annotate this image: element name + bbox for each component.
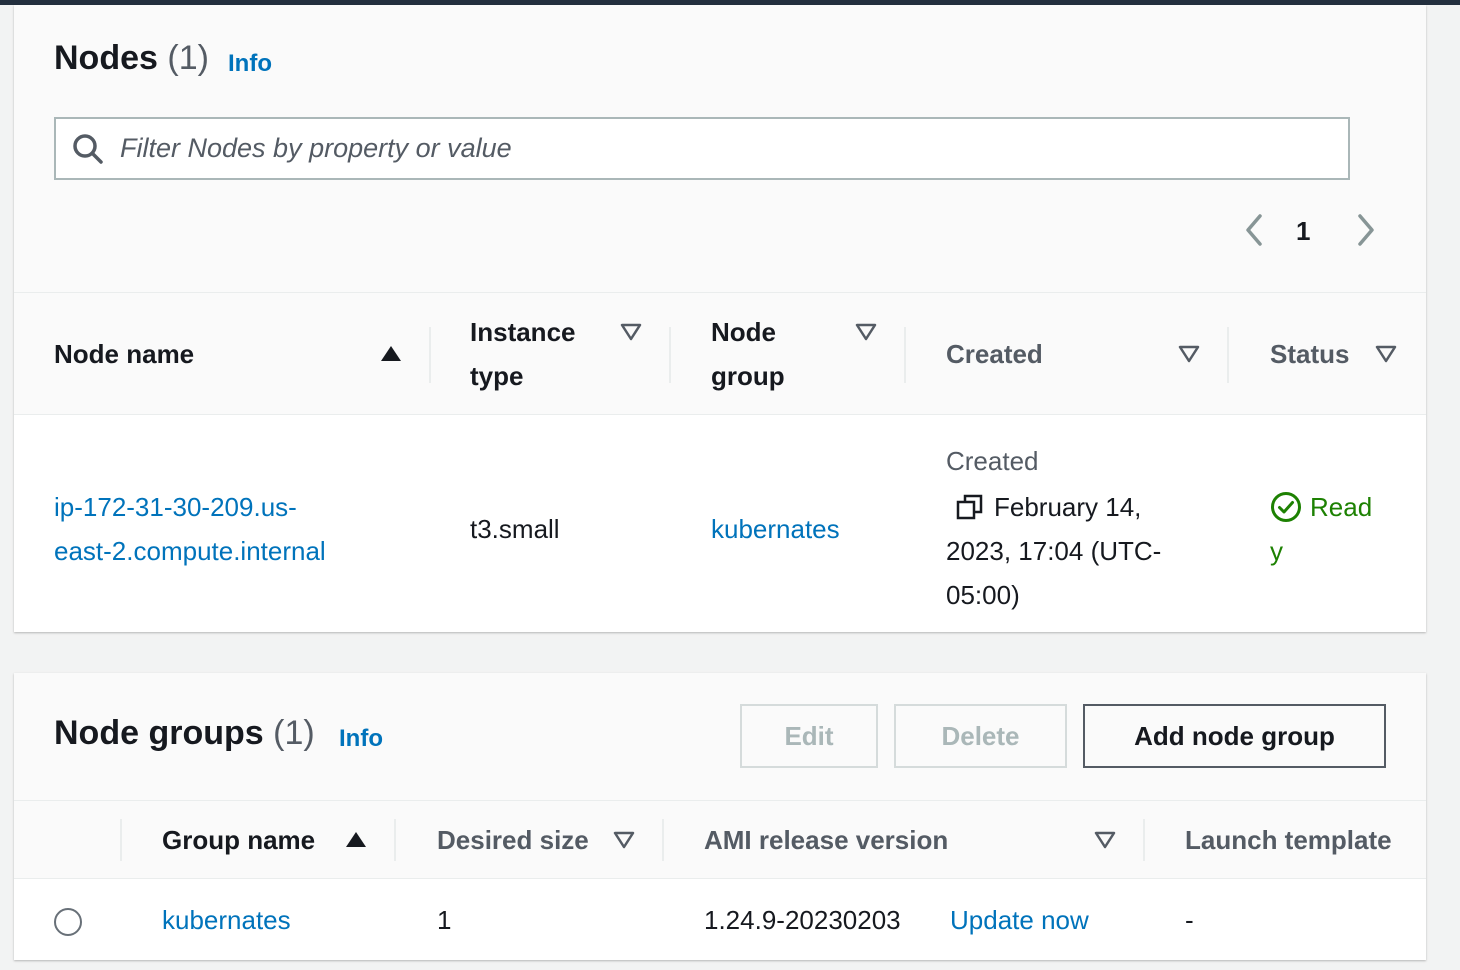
- column-separator: [669, 327, 671, 383]
- node-name-line2: east-2.compute.internal: [54, 536, 326, 566]
- column-header-node-group[interactable]: Node group: [711, 310, 785, 398]
- node-name-line1: ip-172-31-30-209.us-: [54, 492, 297, 522]
- column-separator: [662, 819, 664, 861]
- column-separator: [904, 327, 906, 383]
- column-header-instance-type[interactable]: Instance type: [470, 310, 576, 398]
- column-separator: [1143, 819, 1145, 861]
- column-header-instance-type-line2: type: [470, 361, 524, 391]
- sort-icon[interactable]: [620, 323, 642, 341]
- chevron-left-icon[interactable]: [1240, 210, 1270, 250]
- column-header-launch-template[interactable]: Launch template: [1185, 818, 1392, 862]
- node-group-link[interactable]: kubernates: [711, 507, 840, 551]
- table-row: ip-172-31-30-209.us- east-2.compute.inte…: [14, 415, 1426, 632]
- launch-template-cell: -: [1185, 905, 1194, 935]
- node-groups-info-link[interactable]: Info: [339, 725, 383, 753]
- nodes-pagination: 1: [14, 210, 1426, 250]
- sort-icon[interactable]: [1375, 345, 1397, 363]
- nodes-filter[interactable]: [54, 117, 1350, 180]
- page-number[interactable]: 1: [1296, 216, 1310, 247]
- column-header-ami-release-version[interactable]: AMI release version: [704, 818, 948, 862]
- column-header-group-name[interactable]: Group name: [162, 818, 315, 862]
- ami-release-version-cell: 1.24.9-20230203: [704, 905, 901, 935]
- status-success-icon: [1271, 492, 1301, 522]
- nodes-table-header: Node name Instance type Node group Creat…: [14, 292, 1426, 415]
- sort-ascending-icon[interactable]: [380, 345, 402, 363]
- status-text-line2: y: [1270, 536, 1283, 566]
- nodes-info-link[interactable]: Info: [228, 50, 272, 78]
- node-name-link[interactable]: ip-172-31-30-209.us- east-2.compute.inte…: [54, 485, 326, 573]
- node-groups-table-header: Group name Desired size AMI release vers…: [14, 800, 1426, 879]
- created-date-line1: February 14,: [994, 492, 1142, 522]
- node-groups-count: (1): [273, 714, 315, 752]
- chevron-right-icon[interactable]: [1350, 210, 1380, 250]
- column-separator: [429, 327, 431, 383]
- instance-type-cell: t3.small: [470, 514, 560, 544]
- row-select-radio[interactable]: [54, 908, 82, 936]
- copy-icon[interactable]: [956, 493, 984, 521]
- desired-size-cell: 1: [437, 905, 452, 935]
- update-now-link[interactable]: Update now: [950, 898, 1089, 942]
- node-groups-panel: Node groups (1) Info Edit Delete Add nod…: [14, 673, 1426, 960]
- node-groups-title: Node groups (1): [54, 714, 315, 753]
- delete-button[interactable]: Delete: [894, 704, 1067, 768]
- table-row: kubernates 1 1.24.9-20230203 Update now …: [14, 879, 1426, 960]
- column-header-node-group-line1: Node: [711, 317, 776, 347]
- column-header-created[interactable]: Created: [946, 332, 1043, 376]
- nodes-title-text: Nodes: [54, 39, 158, 77]
- sort-ascending-icon[interactable]: [345, 831, 367, 849]
- column-header-node-name[interactable]: Node name: [54, 332, 194, 376]
- column-header-instance-type-line1: Instance: [470, 317, 576, 347]
- column-separator: [394, 819, 396, 861]
- sort-icon[interactable]: [613, 831, 635, 849]
- add-node-group-button[interactable]: Add node group: [1083, 704, 1386, 768]
- column-separator: [1227, 327, 1229, 383]
- sort-icon[interactable]: [855, 323, 877, 341]
- column-header-desired-size[interactable]: Desired size: [437, 818, 589, 862]
- sort-icon[interactable]: [1094, 831, 1116, 849]
- nodes-panel: Nodes (1) Info 1 Node name Instance type: [14, 5, 1426, 632]
- nodes-filter-input[interactable]: [120, 127, 1320, 169]
- created-date-line2: 2023, 17:04 (UTC-: [946, 536, 1162, 566]
- node-groups-title-text: Node groups: [54, 714, 264, 752]
- sort-icon[interactable]: [1178, 345, 1200, 363]
- status-text-line1: Read: [1310, 492, 1373, 522]
- column-header-status[interactable]: Status: [1270, 332, 1349, 376]
- created-label: Created: [946, 446, 1039, 476]
- column-header-node-group-line2: group: [711, 361, 785, 391]
- group-name-link[interactable]: kubernates: [162, 898, 291, 942]
- edit-button[interactable]: Edit: [740, 704, 878, 768]
- search-icon: [73, 134, 103, 164]
- nodes-count: (1): [167, 39, 209, 77]
- column-separator: [120, 819, 122, 861]
- created-date-line3: 05:00): [946, 580, 1020, 610]
- nodes-title: Nodes (1): [54, 39, 209, 78]
